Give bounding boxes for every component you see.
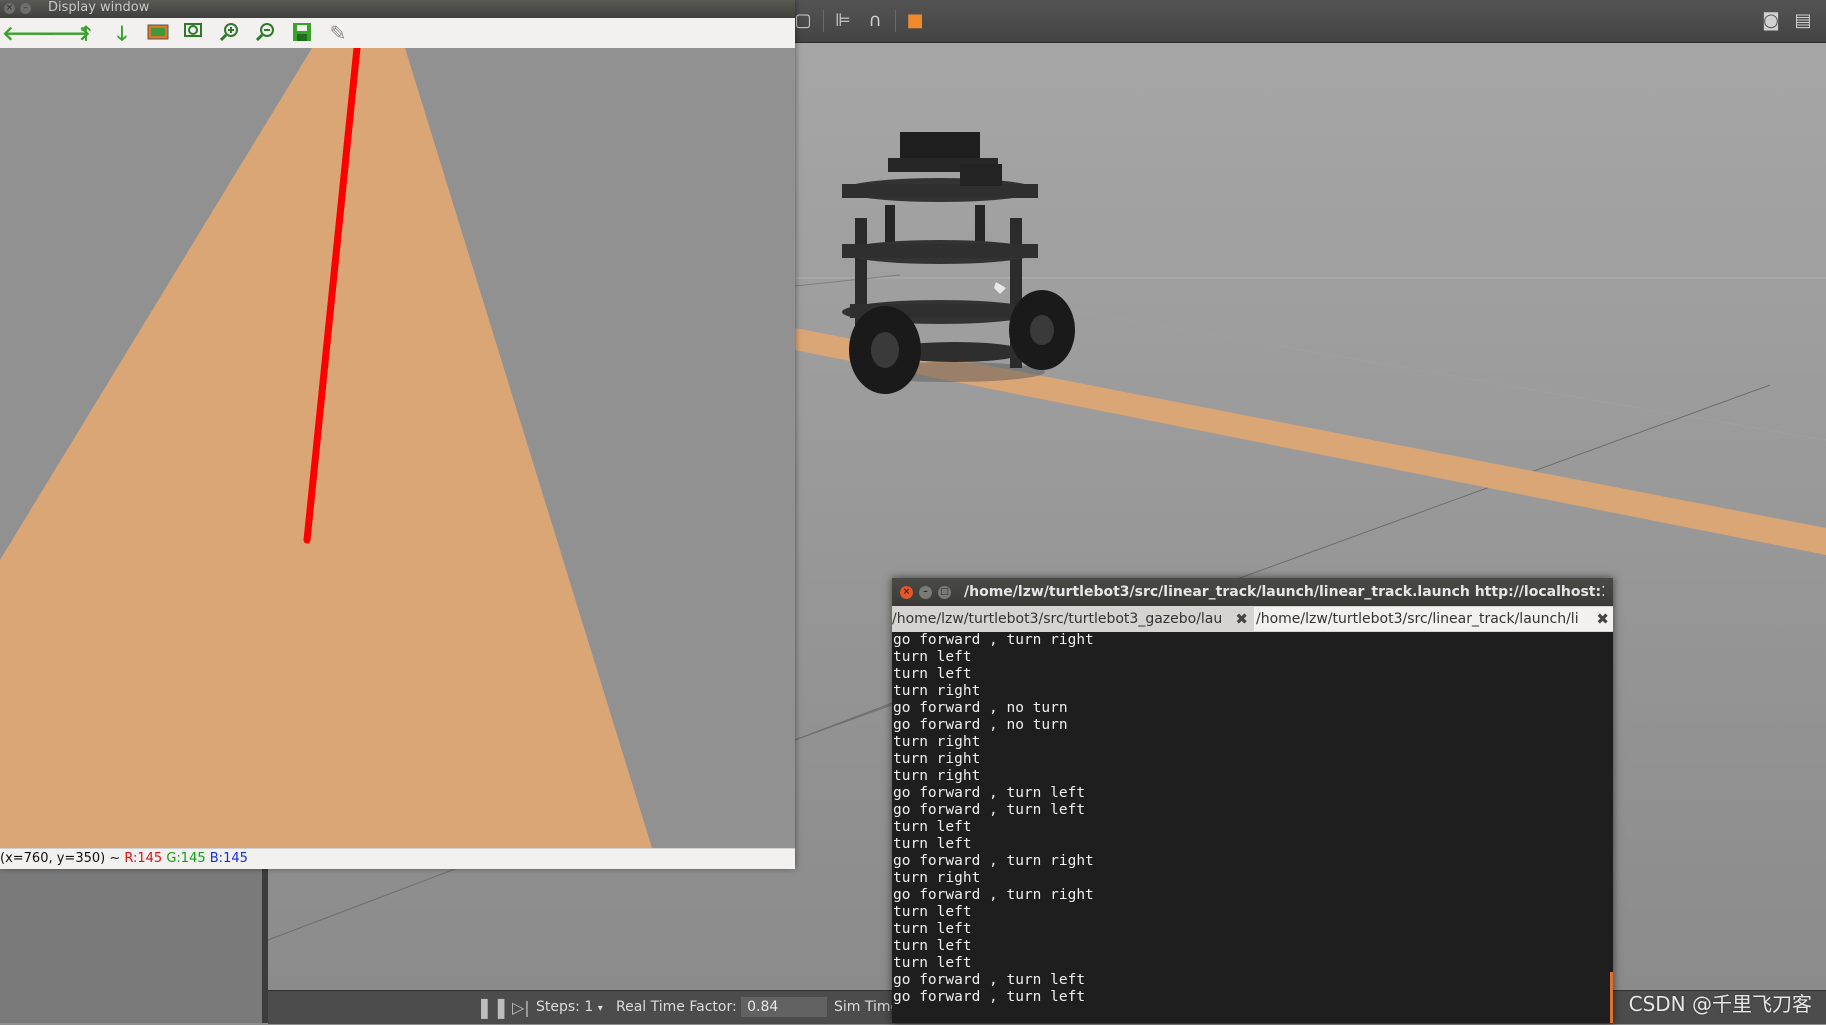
terminal-line: go forward , turn left xyxy=(893,972,1086,988)
real-time-factor: Real Time Factor: 0.84 xyxy=(616,991,828,1024)
arrow-up-icon[interactable]: 🡑 xyxy=(73,22,99,44)
pause-icon[interactable]: ❚❚ xyxy=(476,991,510,1024)
terminal-line: turn right xyxy=(893,768,981,784)
view-angle-icon[interactable]: ■ xyxy=(904,10,926,32)
steps-label: Steps: xyxy=(536,999,580,1015)
terminal-line: turn left xyxy=(893,819,972,835)
gazebo-left-panel xyxy=(0,868,268,1023)
terminal-tab-linear-track[interactable]: /home/lzw/turtlebot3/src/linear_track/la… xyxy=(1254,607,1613,631)
close-icon[interactable]: × xyxy=(4,3,15,14)
terminal-line: turn left xyxy=(893,649,972,665)
save-icon[interactable] xyxy=(289,22,315,44)
step-icon[interactable]: ▷| xyxy=(512,991,530,1024)
close-icon[interactable]: × xyxy=(900,586,913,599)
display-window-titlebar[interactable]: × – Display window xyxy=(0,0,795,18)
status-b: B:145 xyxy=(209,851,248,866)
terminal-line: turn right xyxy=(893,734,981,750)
terminal-scrollbar[interactable] xyxy=(1610,972,1613,1023)
arrow-left-icon[interactable]: 🡐 xyxy=(2,22,56,44)
zoom-fit-icon[interactable] xyxy=(181,22,207,44)
status-g: G:145 xyxy=(166,851,206,866)
properties-icon[interactable]: ✎ xyxy=(325,22,351,44)
screenshot-icon[interactable]: ◙ xyxy=(1760,10,1782,32)
display-window: × – Display window 🡐 🡒 🡑 🡓 ✎ (x=760, y=3… xyxy=(0,0,795,869)
maximize-icon[interactable]: □ xyxy=(938,586,951,599)
terminal-line: go forward , no turn xyxy=(893,700,1068,716)
steps-value[interactable]: 1 xyxy=(584,999,593,1015)
terminal-tabbar: /home/lzw/turtlebot3/src/turtlebot3_gaze… xyxy=(892,606,1613,632)
terminal-tab-gazebo[interactable]: /home/lzw/turtlebot3/src/turtlebot3_gaze… xyxy=(892,607,1252,631)
display-window-title: Display window xyxy=(48,0,150,15)
tab-label: /home/lzw/turtlebot3/src/linear_track/la… xyxy=(1256,611,1579,627)
camera-image-view[interactable] xyxy=(0,48,795,848)
terminal-line: turn left xyxy=(893,938,972,954)
terminal-line: turn left xyxy=(893,836,972,852)
terminal-line: turn right xyxy=(893,751,981,767)
terminal-lines: go forward , turn right turn left turn lef… xyxy=(892,632,1613,1006)
terminal-line: turn left xyxy=(893,921,972,937)
minimize-icon[interactable]: – xyxy=(20,3,31,14)
minimize-icon[interactable]: – xyxy=(919,586,932,599)
toolbar-separator xyxy=(895,10,896,32)
sim-time-label: Sim Time xyxy=(834,999,900,1015)
rtf-value: 0.84 xyxy=(741,997,828,1017)
terminal-line: turn right xyxy=(893,870,981,886)
close-tab-icon[interactable]: ✖ xyxy=(1596,607,1609,631)
status-r: R:145 xyxy=(124,851,163,866)
tab-label: /home/lzw/turtlebot3/src/turtlebot3_gaze… xyxy=(892,611,1223,627)
terminal-titlebar[interactable]: × – □ /home/lzw/turtlebot3/src/linear_tr… xyxy=(892,578,1613,606)
terminal-line: go forward , turn right xyxy=(893,632,1094,648)
zoom-out-icon[interactable] xyxy=(253,22,279,44)
terminal-line: go forward , turn left xyxy=(893,989,1086,1005)
copy-icon[interactable]: ▢ xyxy=(792,10,814,32)
terminal-line: go forward , no turn xyxy=(893,717,1068,733)
status-coords: (x=760, y=350) ~ xyxy=(0,851,121,866)
arrow-down-icon[interactable]: 🡓 xyxy=(109,22,135,44)
arrow-right-icon[interactable]: 🡒 xyxy=(37,22,91,44)
zoom-in-icon[interactable] xyxy=(217,22,243,44)
log-icon[interactable]: ▤ xyxy=(1792,10,1814,32)
image-icon[interactable] xyxy=(145,22,171,44)
terminal-line: go forward , turn left xyxy=(893,802,1086,818)
steps-control[interactable]: Steps: 1 ▾ xyxy=(536,991,603,1024)
steps-dropdown-icon[interactable]: ▾ xyxy=(598,1003,603,1014)
toolbar-separator xyxy=(823,10,824,32)
terminal-window: × – □ /home/lzw/turtlebot3/src/linear_tr… xyxy=(892,578,1613,1023)
terminal-line: go forward , turn right xyxy=(893,853,1094,869)
terminal-output[interactable]: go forward , turn right turn left turn lef… xyxy=(892,632,1613,1023)
terminal-line: go forward , turn left xyxy=(893,785,1086,801)
csdn-watermark: CSDN @千里飞刀客 xyxy=(1628,992,1812,1016)
snap-icon[interactable]: ∩ xyxy=(864,10,886,32)
terminal-line: turn left xyxy=(893,955,972,971)
close-tab-icon[interactable]: ✖ xyxy=(1235,607,1248,631)
terminal-line: turn left xyxy=(893,666,972,682)
terminal-line: go forward , turn right xyxy=(893,887,1094,903)
terminal-title: /home/lzw/turtlebot3/src/linear_track/la… xyxy=(964,584,1604,600)
display-window-toolbar: 🡐 🡒 🡑 🡓 ✎ xyxy=(0,18,795,49)
pixel-status-bar: (x=760, y=350) ~ R:145 G:145 B:145 xyxy=(0,848,795,869)
terminal-line: turn right xyxy=(893,683,981,699)
align-icon[interactable]: ⊫ xyxy=(832,10,854,32)
rtf-label: Real Time Factor: xyxy=(616,999,737,1015)
terminal-line: turn left xyxy=(893,904,972,920)
